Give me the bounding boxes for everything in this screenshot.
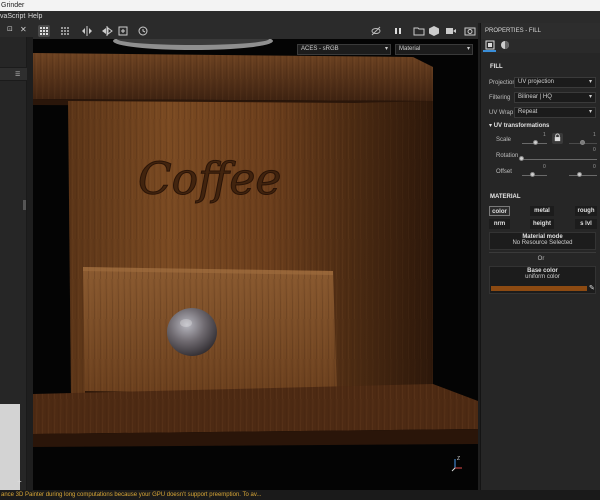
offset-value-v: 0 — [593, 164, 596, 170]
channel-metal-button[interactable]: metal — [530, 206, 554, 216]
rotation-slider[interactable] — [521, 159, 597, 160]
properties-panel: PROPERTIES - FILL FILL Projection UV pro… — [480, 23, 600, 490]
filtering-select[interactable]: Bilinear | HQ ▾ — [514, 92, 596, 103]
camera-icon[interactable] — [464, 25, 476, 37]
rotation-value: 0 — [593, 147, 596, 153]
grid-view-icon[interactable] — [38, 25, 50, 37]
chevron-down-icon: ▾ — [588, 109, 592, 115]
projection-label: Projection — [489, 80, 516, 86]
scale-value-v: 1 — [593, 132, 596, 138]
material-mode-value: No Resource Selected — [512, 240, 573, 246]
channel-color-button[interactable]: color — [489, 206, 510, 216]
channel-nrm-button[interactable]: nrm — [489, 219, 510, 229]
uv-transform-header[interactable]: ▾ UV transformations — [489, 122, 549, 129]
left-dock-toolbar: ⊡ ✕ — [0, 23, 33, 37]
channel-slvl-button[interactable]: s lvl — [575, 219, 597, 229]
scale-v-knob[interactable] — [580, 140, 585, 145]
scale-u-knob[interactable] — [533, 140, 538, 145]
offset-u-knob[interactable] — [530, 172, 535, 177]
viewport-toolbar — [33, 23, 478, 39]
chevron-down-icon: ▾ — [466, 46, 470, 52]
panel-resize-handle[interactable] — [23, 200, 26, 210]
window-titlebar: Grinder — [0, 0, 600, 11]
material-tab-icon[interactable] — [498, 40, 511, 52]
menu-icon[interactable]: ☰ — [15, 71, 20, 78]
cube-icon[interactable] — [428, 25, 440, 37]
folder-icon[interactable] — [413, 25, 425, 37]
close-icon[interactable]: ✕ — [20, 25, 27, 34]
pin-icon[interactable]: ⊡ — [7, 25, 13, 33]
panel-title: PROPERTIES - FILL — [485, 28, 541, 34]
material-section-title: MATERIAL — [490, 194, 521, 200]
offset-v-knob[interactable] — [577, 172, 582, 177]
scale-label: Scale — [496, 137, 512, 143]
video-camera-icon[interactable] — [445, 25, 457, 37]
filtering-value: Bilinear | HQ — [518, 94, 552, 100]
divider — [489, 252, 596, 253]
base-color-box[interactable]: Base color uniform color ✎ — [489, 266, 596, 294]
split-view-icon[interactable] — [101, 25, 113, 37]
rotation-label: Rotation — [496, 153, 519, 159]
coffee-grinder-render: Coffee — [33, 39, 478, 490]
layers-tab-icon[interactable] — [483, 40, 496, 52]
panel-tabs — [481, 39, 600, 53]
engraved-text: Coffee — [138, 154, 281, 205]
projection-select[interactable]: UV projection ▾ — [514, 77, 596, 88]
rotation-knob[interactable] — [519, 156, 524, 161]
frame-icon[interactable] — [117, 25, 129, 37]
eye-slash-icon[interactable] — [370, 25, 382, 37]
offset-value-u: 0 — [543, 164, 546, 170]
status-message: ance 3D Painter during long computations… — [1, 492, 262, 498]
3d-viewport[interactable]: Coffee ACES - sRGB ▾ Material ▾ Z — [33, 39, 478, 490]
left-panel-header: ☰ — [0, 67, 27, 81]
uvwrap-select[interactable]: Repeat ▾ — [514, 107, 596, 118]
offset-label: Offset — [496, 169, 512, 175]
chevron-down-icon: ▾ — [384, 46, 388, 52]
base-color-value: uniform color — [525, 274, 560, 280]
panel-header: PROPERTIES - FILL — [481, 23, 600, 39]
uvwrap-label: UV Wrap — [489, 110, 514, 116]
chevron-down-icon: ▾ — [588, 94, 592, 100]
lock-icon[interactable] — [552, 133, 563, 144]
menu-item-help[interactable]: Help — [28, 11, 42, 23]
fill-section-title: FILL — [490, 64, 503, 70]
filtering-label: Filtering — [489, 95, 511, 101]
menu-item-javascript[interactable]: vaScript — [0, 11, 25, 23]
window-title: Grinder — [1, 2, 25, 9]
channel-height-button[interactable]: height — [530, 219, 554, 229]
pause-icon[interactable] — [392, 25, 404, 37]
colorspace-value: ACES - sRGB — [301, 46, 339, 52]
channel-rough-button[interactable]: rough — [575, 206, 597, 216]
scale-value-u: 1 — [543, 132, 546, 138]
menu-bar: vaScript Help — [0, 11, 600, 23]
offset-v-slider[interactable] — [569, 175, 597, 176]
or-label: Or — [537, 256, 545, 262]
uv-transform-title: UV transformations — [493, 123, 550, 129]
display-mode-value: Material — [399, 46, 421, 52]
history-icon[interactable] — [137, 25, 149, 37]
base-color-swatch[interactable] — [491, 286, 587, 291]
axis-gizmo: Z — [451, 456, 465, 472]
material-mode-box[interactable]: Material mode No Resource Selected — [489, 232, 596, 250]
dots-grid-icon[interactable] — [59, 25, 71, 37]
uvwrap-value: Repeat — [518, 109, 538, 115]
add-icon[interactable]: + — [17, 477, 22, 486]
projection-value: UV projection — [518, 79, 555, 85]
left-panel: ☰ + — [0, 37, 27, 490]
symmetry-icon[interactable] — [81, 25, 93, 37]
chevron-down-icon: ▾ — [588, 79, 592, 85]
display-mode-select[interactable]: Material ▾ — [395, 44, 473, 55]
status-bar: ance 3D Painter during long computations… — [0, 490, 600, 500]
axis-label: Z — [457, 456, 461, 462]
eyedropper-icon[interactable]: ✎ — [589, 284, 595, 292]
colorspace-select[interactable]: ACES - sRGB ▾ — [297, 44, 391, 55]
